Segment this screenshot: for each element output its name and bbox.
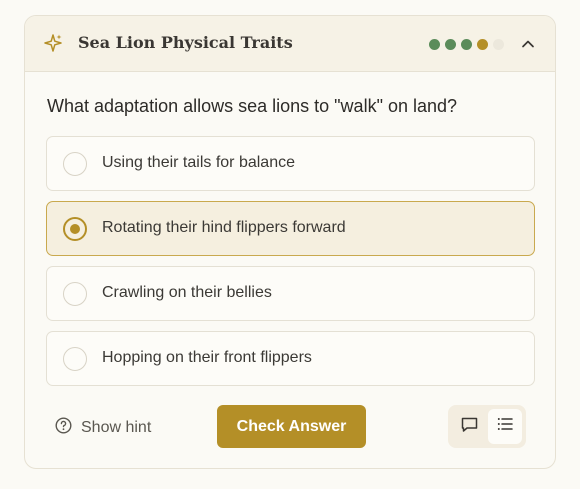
check-answer-button[interactable]: Check Answer xyxy=(217,405,366,448)
chat-view-button[interactable] xyxy=(452,409,486,444)
answer-option[interactable]: Crawling on their bellies xyxy=(46,266,535,321)
progress-dot xyxy=(477,39,488,50)
question-text: What adaptation allows sea lions to "wal… xyxy=(47,96,458,116)
progress-dots xyxy=(429,39,504,50)
list-view-button[interactable] xyxy=(488,409,522,444)
progress-dot xyxy=(461,39,472,50)
answer-option[interactable]: Using their tails for balance xyxy=(46,136,535,191)
quiz-header: Sea Lion Physical Traits xyxy=(25,16,555,72)
answer-option-label: Rotating their hind flippers forward xyxy=(102,219,346,236)
show-hint-label: Show hint xyxy=(81,419,152,436)
help-circle-icon xyxy=(55,417,72,439)
answer-option[interactable]: Hopping on their front flippers xyxy=(46,331,535,386)
progress-dot xyxy=(445,39,456,50)
radio-button[interactable] xyxy=(63,152,87,176)
chevron-up-icon[interactable] xyxy=(521,37,535,51)
view-toggle xyxy=(448,405,526,448)
answer-option-label: Hopping on their front flippers xyxy=(102,349,312,366)
radio-button[interactable] xyxy=(63,217,87,241)
answer-option-label: Using their tails for balance xyxy=(102,154,295,171)
show-hint-button[interactable]: Show hint xyxy=(55,417,151,439)
radio-button[interactable] xyxy=(63,282,87,306)
quiz-card: Sea Lion Physical Traits What adaptation… xyxy=(24,15,556,469)
answer-option[interactable]: Rotating their hind flippers forward xyxy=(46,201,535,256)
radio-button[interactable] xyxy=(63,347,87,371)
message-square-icon xyxy=(460,415,479,439)
quiz-title: Sea Lion Physical Traits xyxy=(78,33,293,52)
radio-selected-dot xyxy=(70,224,80,234)
sparkle-icon xyxy=(43,33,63,53)
progress-dot xyxy=(493,39,504,50)
answer-option-label: Crawling on their bellies xyxy=(102,284,272,301)
progress-dot xyxy=(429,39,440,50)
list-icon xyxy=(496,415,514,438)
